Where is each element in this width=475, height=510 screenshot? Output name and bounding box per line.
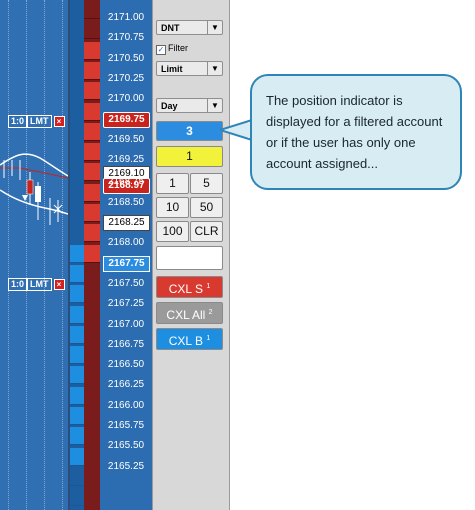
bid-depth-cell[interactable] — [70, 427, 84, 446]
qty-button-5[interactable]: 5 — [190, 173, 223, 194]
ladder-price[interactable]: 2167.75 — [103, 255, 150, 272]
bid-depth-cell[interactable] — [70, 467, 84, 486]
bid-depth-cell[interactable] — [70, 447, 84, 466]
quantity-field[interactable]: 1 — [156, 146, 223, 167]
order-qty: 1:0 — [8, 115, 28, 128]
candlestick-plot — [0, 153, 68, 225]
clear-button[interactable]: CLR — [190, 221, 223, 242]
duration-value: DNT — [161, 23, 180, 33]
order-tag-buy[interactable]: 1:0 LMT × — [8, 278, 65, 291]
bid-depth-cell[interactable] — [70, 285, 84, 304]
ask-depth-cell[interactable] — [84, 102, 100, 121]
ladder-price[interactable]: 2168.50 — [100, 194, 152, 211]
bid-depth-cell[interactable] — [70, 346, 84, 365]
ask-depth-cell[interactable] — [84, 82, 100, 101]
ladder-price[interactable]: 2167.50 — [100, 275, 152, 292]
chevron-down-icon: ▼ — [207, 21, 222, 34]
ladder-price[interactable]: 2170.25 — [100, 70, 152, 87]
time-in-force-value: Day — [161, 101, 178, 111]
ladder-price[interactable]: 2171.00 — [100, 9, 152, 26]
ladder-price[interactable]: 2165.50 — [100, 437, 152, 454]
cancel-buys-label: CXL B — [168, 334, 203, 348]
ask-depth-cell[interactable] — [84, 224, 100, 243]
cancel-order-icon[interactable]: × — [53, 116, 65, 127]
bid-depth-cell[interactable] — [70, 244, 84, 263]
ladder-price[interactable]: 2170.75 — [100, 29, 152, 46]
bid-depth-cell[interactable] — [70, 488, 84, 507]
cancel-sells-count: 1 — [206, 283, 211, 290]
ladder-price[interactable]: 2166.25 — [100, 376, 152, 393]
ladder-price[interactable]: 2165.75 — [100, 417, 152, 434]
cancel-buys-count: 1 — [206, 335, 211, 342]
order-qty: 1:0 — [8, 278, 28, 291]
cancel-all-button[interactable]: CXL All 2 — [156, 302, 223, 324]
chevron-down-icon: ▼ — [207, 62, 222, 75]
cancel-all-label: CXL All — [166, 308, 206, 322]
order-type-value: Limit — [161, 64, 183, 74]
duration-dropdown[interactable]: DNT ▼ — [156, 20, 223, 35]
ladder-price[interactable]: 2168.75 — [100, 173, 152, 190]
ladder-price[interactable]: 2166.50 — [100, 356, 152, 373]
ask-depth-cell[interactable] — [84, 61, 100, 80]
ask-depth-cell[interactable] — [84, 21, 100, 40]
order-tag-sell[interactable]: 1:0 LMT × — [8, 115, 65, 128]
cancel-buys-button[interactable]: CXL B 1 — [156, 328, 223, 350]
time-in-force-dropdown[interactable]: Day ▼ — [156, 98, 223, 113]
ladder-price[interactable]: 2167.00 — [100, 316, 152, 333]
help-callout: The position indicator is displayed for … — [250, 74, 462, 190]
ask-depth-cell[interactable] — [84, 204, 100, 222]
order-type: LMT — [27, 278, 52, 291]
bid-depth-cell[interactable] — [70, 407, 84, 425]
price-input[interactable] — [156, 246, 223, 270]
ladder-price[interactable]: 2168.25 — [103, 215, 150, 231]
checkmark-icon: ✓ — [156, 45, 166, 55]
ladder-price[interactable]: 2166.00 — [100, 397, 152, 414]
order-entry-panel: DNT ▼ ✓ Filter Limit ▼ Day ▼ 3 1 1 5 10 50 1… — [152, 0, 230, 510]
callout-pointer — [220, 118, 254, 142]
qty-button-1[interactable]: 1 — [156, 173, 189, 194]
bid-depth-cell[interactable] — [70, 366, 84, 385]
order-type-dropdown[interactable]: Limit ▼ — [156, 61, 223, 76]
ladder-price[interactable]: 2169.75 — [103, 111, 150, 128]
bid-depth-cell[interactable] — [70, 386, 84, 405]
ask-depth-cell[interactable] — [84, 41, 100, 60]
ladder-price[interactable]: 2165.25 — [100, 458, 152, 475]
ask-depth-cell[interactable] — [84, 163, 100, 182]
position-indicator: 3 — [156, 121, 223, 141]
ladder-price[interactable]: 2170.50 — [100, 50, 152, 67]
ask-depth-cell[interactable] — [84, 143, 100, 162]
filter-checkbox[interactable]: ✓ Filter — [156, 43, 188, 55]
bid-depth-cell[interactable] — [70, 325, 84, 344]
price-ladder[interactable]: 2171.00 2170.75 2170.50 2170.25 2170.00 2169.… — [100, 0, 152, 510]
bid-depth-cell[interactable] — [70, 305, 84, 324]
qty-button-100[interactable]: 100 — [156, 221, 189, 242]
cancel-order-icon[interactable]: × — [53, 279, 65, 290]
ask-depth-cell[interactable] — [84, 122, 100, 141]
qty-button-50[interactable]: 50 — [190, 197, 223, 218]
ladder-price[interactable]: 2166.75 — [100, 336, 152, 353]
callout-text: The position indicator is displayed for … — [266, 93, 443, 171]
bid-depth-cell[interactable] — [70, 264, 84, 283]
order-type: LMT — [27, 115, 52, 128]
filter-label: Filter — [168, 43, 188, 53]
cancel-sells-label: CXL S — [168, 282, 203, 296]
qty-button-10[interactable]: 10 — [156, 197, 189, 218]
ladder-price[interactable]: 2167.25 — [100, 295, 152, 312]
ladder-price[interactable]: 2170.00 — [100, 90, 152, 107]
ask-depth-cell[interactable] — [84, 1, 100, 19]
cancel-all-count: 2 — [208, 309, 213, 316]
ladder-price[interactable]: 2168.00 — [100, 234, 152, 251]
ask-depth-cell[interactable] — [84, 244, 100, 263]
price-chart[interactable]: 1:0 LMT × 1:0 LMT × — [0, 0, 68, 510]
cancel-sells-button[interactable]: CXL S 1 — [156, 276, 223, 298]
ask-depth-cell[interactable] — [84, 183, 100, 202]
ladder-price[interactable]: 2169.50 — [100, 131, 152, 148]
chevron-down-icon: ▼ — [207, 99, 222, 112]
